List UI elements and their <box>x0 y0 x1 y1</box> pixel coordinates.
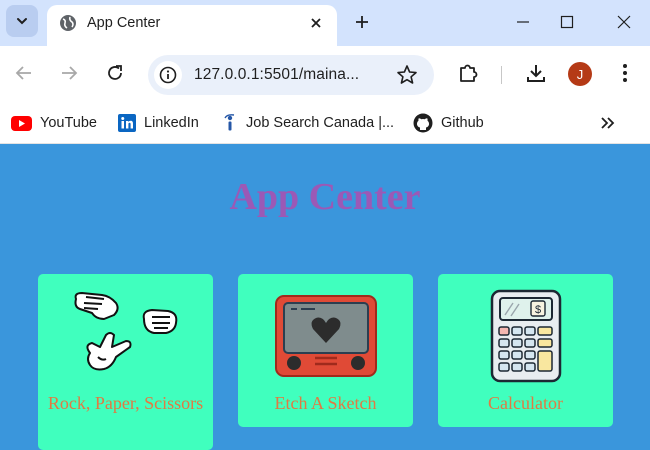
bookmark-label: Github <box>441 115 484 131</box>
url-text[interactable]: 127.0.0.1:5501/maina... <box>194 66 359 84</box>
etch-a-sketch-icon <box>275 295 377 377</box>
reload-icon <box>108 65 122 80</box>
info-icon <box>159 66 177 84</box>
downloads-button[interactable] <box>524 61 548 85</box>
browser-tab-active[interactable]: App Center <box>47 5 337 46</box>
extensions-button[interactable] <box>456 61 480 85</box>
arrow-right-icon <box>62 66 78 80</box>
close-icon <box>311 18 321 28</box>
toolbar-separator <box>501 66 502 84</box>
bookmark-linkedin[interactable]: LinkedIn <box>118 112 199 134</box>
close-window-button[interactable] <box>609 8 639 36</box>
bookmark-github[interactable]: Github <box>413 112 484 134</box>
plus-icon <box>356 16 368 28</box>
youtube-icon <box>11 115 32 131</box>
app-card-label: Rock, Paper, Scissors <box>47 393 204 413</box>
bookmark-label: LinkedIn <box>144 115 199 131</box>
bookmark-job-search[interactable]: Job Search Canada |... <box>222 112 394 134</box>
calculator-icon: $ <box>490 289 562 383</box>
chevron-down-icon <box>17 18 27 25</box>
more-vertical-icon <box>623 64 627 82</box>
minimize-button[interactable] <box>508 8 538 36</box>
svg-text:$: $ <box>535 304 541 316</box>
bookmark-star-icon[interactable] <box>396 64 418 86</box>
close-icon <box>617 15 631 29</box>
app-card-label: Calculator <box>488 393 563 413</box>
arrow-left-icon <box>15 66 31 80</box>
app-card-etch-a-sketch[interactable]: Etch A Sketch <box>238 274 413 427</box>
tab-search-button[interactable] <box>6 5 38 37</box>
app-card-label: Etch A Sketch <box>274 393 377 413</box>
maximize-button[interactable] <box>552 8 582 36</box>
bookmarks-bar: YouTube LinkedIn Job Search Canada |... … <box>0 102 650 144</box>
profile-avatar[interactable]: J <box>568 62 592 86</box>
github-icon <box>413 113 433 133</box>
chevron-double-right-icon[interactable] <box>598 114 616 132</box>
app-center-page: App Center Rock, Paper, Scissors Etch A … <box>0 145 650 450</box>
browser-toolbar: 127.0.0.1:5501/maina... J <box>0 46 650 102</box>
globe-icon <box>60 15 76 31</box>
rock-paper-scissors-hands-icon <box>74 292 178 371</box>
bookmark-label: Job Search Canada |... <box>246 115 395 131</box>
job-search-icon <box>224 114 235 131</box>
back-button[interactable] <box>11 60 37 86</box>
browser-titlebar: App Center <box>0 0 650 46</box>
reload-button[interactable] <box>102 60 128 86</box>
tab-title: App Center <box>87 15 161 31</box>
app-card-rock-paper-scissors[interactable]: Rock, Paper, Scissors <box>38 274 213 450</box>
forward-button[interactable] <box>56 60 82 86</box>
tab-close-button[interactable] <box>305 12 327 34</box>
minimize-icon <box>517 21 529 23</box>
site-info-button[interactable] <box>154 61 182 89</box>
address-bar[interactable]: 127.0.0.1:5501/maina... <box>148 55 434 95</box>
bookmark-youtube[interactable]: YouTube <box>11 112 97 134</box>
browser-menu-button[interactable] <box>613 61 637 85</box>
new-tab-button[interactable] <box>350 10 374 34</box>
puzzle-icon <box>460 64 478 82</box>
app-card-calculator[interactable]: $ Calculator <box>438 274 613 427</box>
bookmark-label: YouTube <box>40 115 97 131</box>
maximize-icon <box>560 15 574 29</box>
linkedin-icon <box>118 114 136 132</box>
download-icon <box>527 65 545 82</box>
page-title: App Center <box>229 176 421 218</box>
